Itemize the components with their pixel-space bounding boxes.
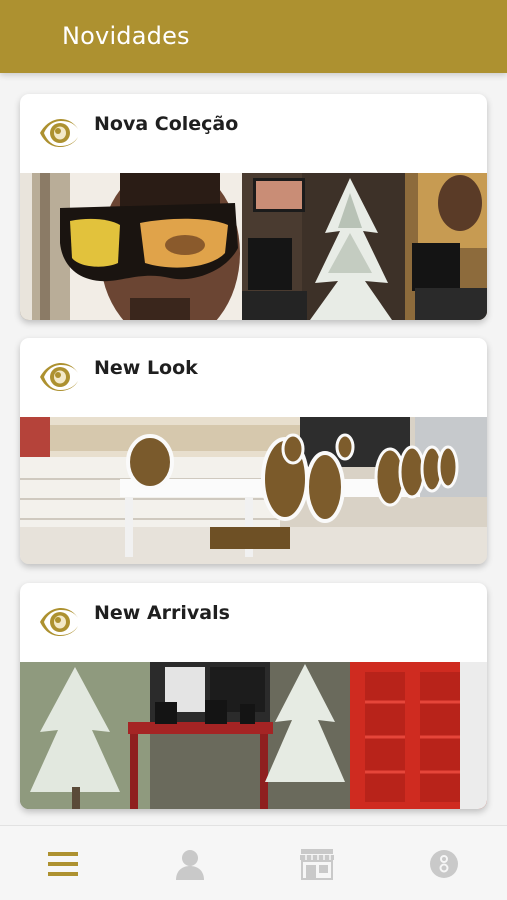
news-card-new-arrivals[interactable]: New Arrivals: [20, 583, 487, 809]
eye-icon: [40, 363, 78, 391]
store-arrivals-photo[interactable]: [20, 662, 487, 809]
card-title: Nova Coleção: [94, 113, 239, 135]
info-icon: [430, 849, 458, 878]
nav-profile-button[interactable]: [127, 826, 253, 900]
bottom-navigation: [0, 825, 507, 900]
nav-menu-button[interactable]: [0, 826, 126, 900]
menu-icon: [48, 851, 78, 876]
user-icon: [176, 849, 204, 880]
nav-stores-button[interactable]: [254, 826, 380, 900]
eye-icon: [40, 608, 78, 636]
card-header: Nova Coleção: [20, 94, 487, 173]
store-interior-photo[interactable]: [20, 417, 487, 564]
page-title: Novidades: [62, 22, 190, 50]
card-title: New Arrivals: [94, 602, 230, 624]
app-header: Novidades: [0, 0, 507, 73]
store-icon: [300, 848, 334, 880]
news-card-new-look[interactable]: New Look: [20, 338, 487, 564]
news-card-nova-colecao[interactable]: Nova Coleção: [20, 94, 487, 320]
card-header: New Look: [20, 338, 487, 417]
app-screen: Novidades Nova Coleção New Look New Arri…: [0, 0, 507, 900]
store-collection-photo[interactable]: [20, 173, 487, 320]
card-header: New Arrivals: [20, 583, 487, 662]
nav-info-button[interactable]: [381, 826, 507, 900]
eye-icon: [40, 119, 78, 147]
news-feed[interactable]: Nova Coleção New Look New Arrivals: [0, 73, 507, 825]
card-title: New Look: [94, 357, 198, 379]
